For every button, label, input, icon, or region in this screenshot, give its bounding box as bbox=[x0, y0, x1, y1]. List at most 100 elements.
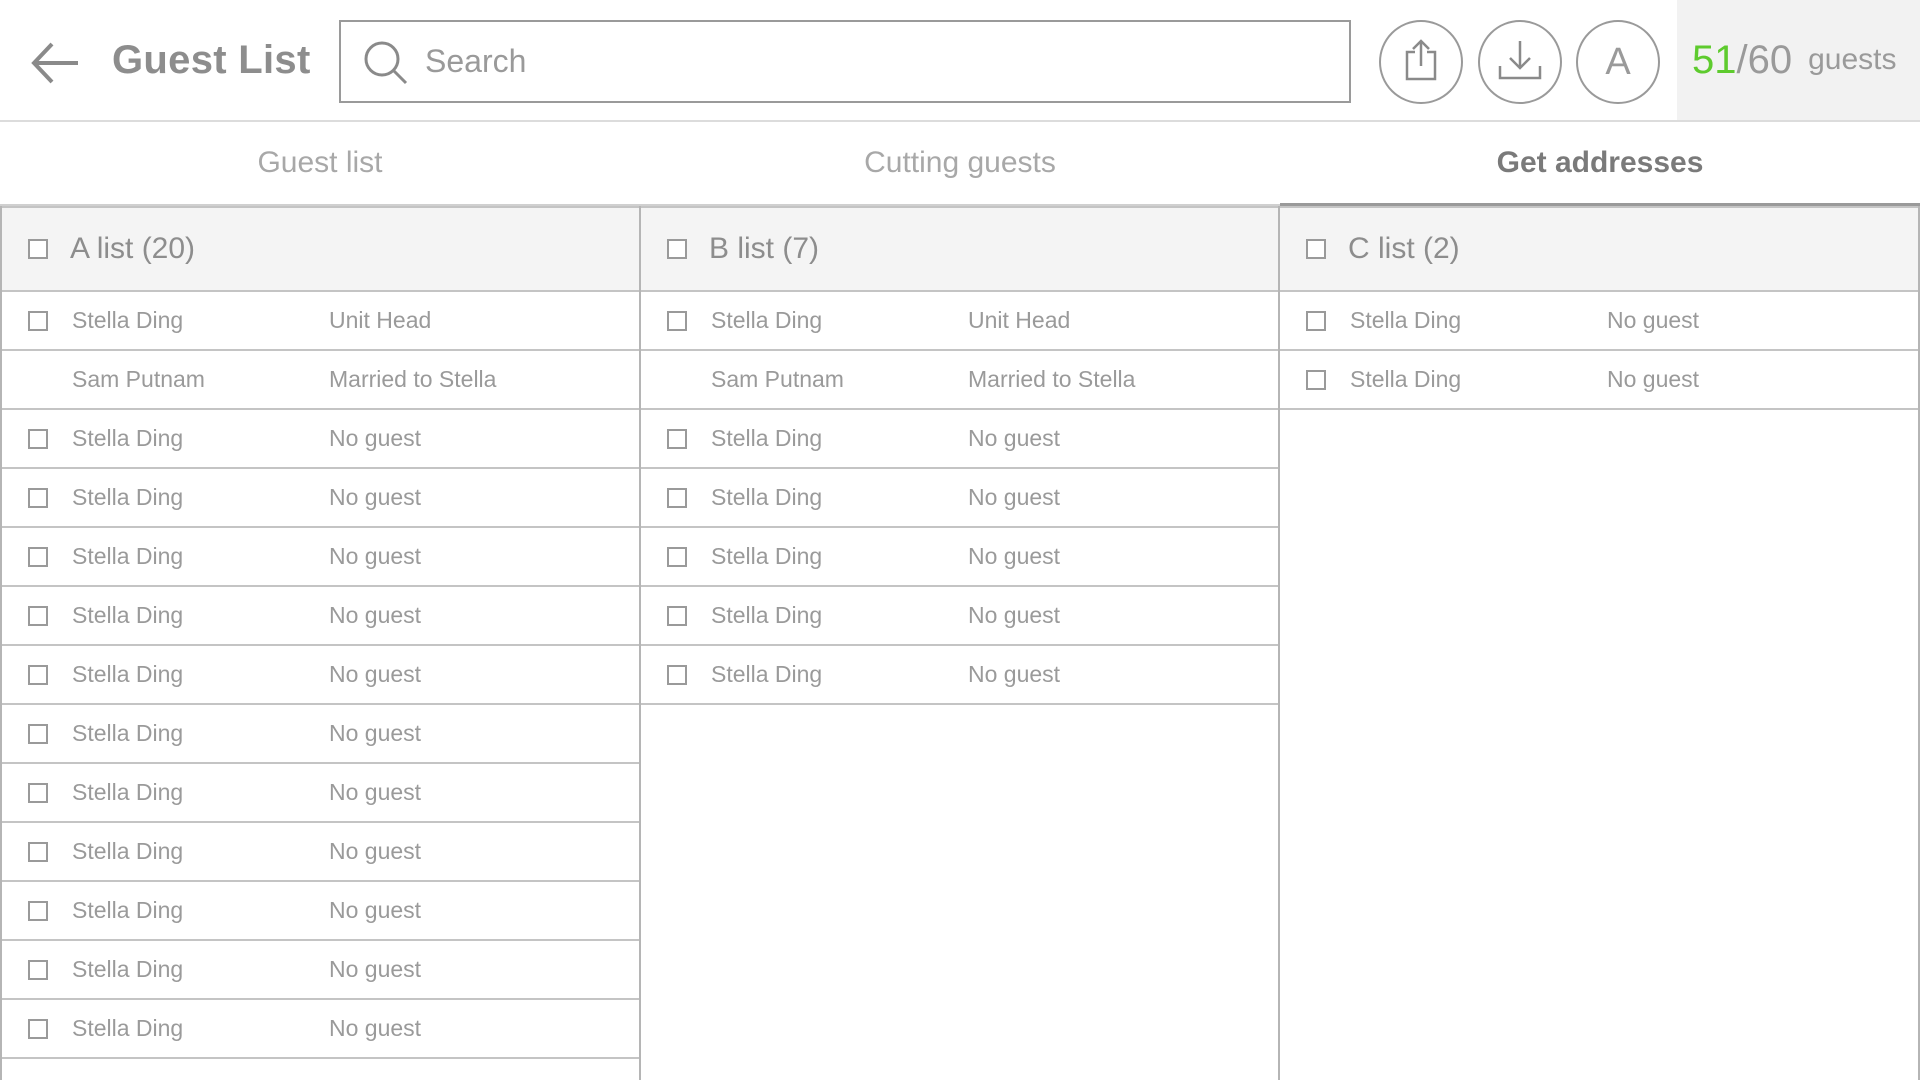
c-list-title: C list (2) bbox=[1348, 232, 1460, 265]
row-checkbox[interactable] bbox=[28, 605, 48, 626]
tab-get-addresses[interactable]: Get addresses bbox=[1280, 122, 1920, 208]
share-icon bbox=[1401, 38, 1441, 87]
list-item[interactable]: Stella Ding No guest bbox=[641, 528, 1278, 587]
guest-note: No guest bbox=[329, 956, 422, 982]
guest-name: Stella Ding bbox=[711, 661, 823, 687]
row-checkbox[interactable] bbox=[28, 841, 48, 862]
list-item[interactable]: Stella Ding No guest bbox=[641, 646, 1278, 705]
tab-guest-list[interactable]: Guest list bbox=[0, 122, 640, 204]
list-item[interactable]: Stella Ding Unit Head bbox=[2, 292, 639, 351]
guest-note: No guest bbox=[968, 661, 1061, 687]
guest-name: Sam Putnam bbox=[72, 366, 205, 392]
row-checkbox[interactable] bbox=[28, 546, 48, 567]
row-checkbox[interactable] bbox=[667, 546, 687, 567]
a-list-title: A list (20) bbox=[70, 232, 196, 265]
list-item[interactable]: Stella Ding No guest bbox=[2, 410, 639, 469]
guest-counter: 51 / 60 guests bbox=[1677, 0, 1920, 120]
guest-name: Stella Ding bbox=[1350, 366, 1462, 392]
c-list-header: C list (2) bbox=[1280, 206, 1918, 292]
avatar-letter: A bbox=[1605, 40, 1631, 83]
list-item[interactable]: Stella Ding No guest bbox=[2, 528, 639, 587]
list-item[interactable]: Stella Ding No guest bbox=[2, 705, 639, 764]
list-item[interactable]: Stella Ding No guest bbox=[641, 410, 1278, 469]
guest-count-total: 60 bbox=[1747, 37, 1793, 82]
row-checkbox[interactable] bbox=[28, 1018, 48, 1039]
list-item[interactable]: Stella Ding No guest bbox=[641, 587, 1278, 646]
guest-note: No guest bbox=[329, 897, 422, 923]
guest-note: No guest bbox=[1607, 307, 1700, 333]
guest-name: Stella Ding bbox=[711, 425, 823, 451]
guest-note: No guest bbox=[968, 543, 1061, 569]
row-checkbox[interactable] bbox=[28, 900, 48, 921]
guest-note: No guest bbox=[329, 720, 422, 746]
guest-name: Stella Ding bbox=[72, 602, 184, 628]
guest-name: Sam Putnam bbox=[711, 366, 844, 392]
c-list-column: C list (2) Stella Ding No guest Stella Di… bbox=[1278, 206, 1920, 1080]
list-item[interactable]: Stella Ding No guest bbox=[2, 882, 639, 941]
row-checkbox[interactable] bbox=[28, 487, 48, 508]
row-checkbox[interactable] bbox=[667, 605, 687, 626]
row-checkbox[interactable] bbox=[28, 664, 48, 685]
guest-name: Stella Ding bbox=[711, 602, 823, 628]
row-checkbox[interactable] bbox=[28, 959, 48, 980]
row-checkbox[interactable] bbox=[1306, 310, 1326, 331]
row-checkbox[interactable] bbox=[667, 310, 687, 331]
list-item[interactable]: Stella Ding Unit Head bbox=[641, 292, 1278, 351]
guest-name: Stella Ding bbox=[72, 425, 184, 451]
list-item[interactable]: Stella Ding No guest bbox=[641, 469, 1278, 528]
row-checkbox[interactable] bbox=[28, 310, 48, 331]
list-item[interactable]: Stella Ding No guest bbox=[2, 764, 639, 823]
back-arrow-icon[interactable] bbox=[28, 38, 84, 88]
guest-note: No guest bbox=[329, 838, 422, 864]
b-list-column: B list (7) Stella Ding Unit Head Sam Putn… bbox=[639, 206, 1280, 1080]
share-button[interactable] bbox=[1379, 20, 1463, 104]
row-checkbox[interactable] bbox=[667, 664, 687, 685]
guest-name: Stella Ding bbox=[72, 720, 184, 746]
row-checkbox[interactable] bbox=[667, 487, 687, 508]
a-list-select-all-checkbox[interactable] bbox=[28, 239, 48, 259]
guest-name: Stella Ding bbox=[72, 543, 184, 569]
row-checkbox[interactable] bbox=[28, 723, 48, 744]
guest-name: Stella Ding bbox=[72, 956, 184, 982]
guest-note: No guest bbox=[329, 602, 422, 628]
list-item[interactable]: Stella Ding No guest bbox=[2, 646, 639, 705]
tab-cutting-guests[interactable]: Cutting guests bbox=[640, 122, 1280, 204]
guest-count-current: 51 bbox=[1692, 37, 1737, 82]
list-item[interactable]: Sam Putnam Married to Stella bbox=[641, 351, 1278, 410]
guest-name: Stella Ding bbox=[72, 1015, 184, 1041]
download-icon bbox=[1497, 38, 1543, 87]
guest-note: No guest bbox=[329, 425, 422, 451]
list-item[interactable]: Stella Ding No guest bbox=[2, 941, 639, 1000]
avatar[interactable]: A bbox=[1576, 20, 1660, 104]
row-checkbox[interactable] bbox=[1306, 369, 1326, 390]
list-item[interactable]: Stella Ding No guest bbox=[1280, 351, 1918, 410]
list-item[interactable]: Stella Ding No guest bbox=[1280, 292, 1918, 351]
list-item[interactable]: Sam Putnam Married to Stella bbox=[2, 351, 639, 410]
a-list-header: A list (20) bbox=[2, 206, 639, 292]
row-checkbox[interactable] bbox=[28, 428, 48, 449]
b-list-title: B list (7) bbox=[709, 232, 820, 265]
guest-name: Stella Ding bbox=[1350, 307, 1462, 333]
b-list-select-all-checkbox[interactable] bbox=[667, 239, 687, 259]
b-list-header: B list (7) bbox=[641, 206, 1278, 292]
c-list-select-all-checkbox[interactable] bbox=[1306, 239, 1326, 259]
guest-note: No guest bbox=[329, 1015, 422, 1041]
a-list-column: A list (20) Stella Ding Unit Head Sam Put… bbox=[0, 206, 641, 1080]
list-item[interactable]: Stella Ding No guest bbox=[2, 1000, 639, 1059]
guest-count-label: guests bbox=[1808, 43, 1897, 76]
list-item[interactable]: Stella Ding No guest bbox=[2, 823, 639, 882]
top-bar: Guest List A bbox=[0, 0, 1920, 122]
page-title: Guest List bbox=[112, 38, 311, 82]
download-button[interactable] bbox=[1478, 20, 1562, 104]
search-input[interactable] bbox=[425, 22, 1325, 101]
search-bar[interactable] bbox=[339, 20, 1351, 103]
guest-name: Stella Ding bbox=[72, 779, 184, 805]
list-item[interactable]: Stella Ding No guest bbox=[2, 469, 639, 528]
guest-note: No guest bbox=[329, 779, 422, 805]
guest-note: Married to Stella bbox=[968, 366, 1136, 392]
list-item[interactable]: Stella Ding No guest bbox=[2, 587, 639, 646]
row-checkbox[interactable] bbox=[28, 782, 48, 803]
guest-name: Stella Ding bbox=[72, 661, 184, 687]
tab-bar: Guest list Cutting guests Get addresses bbox=[0, 122, 1920, 208]
row-checkbox[interactable] bbox=[667, 428, 687, 449]
